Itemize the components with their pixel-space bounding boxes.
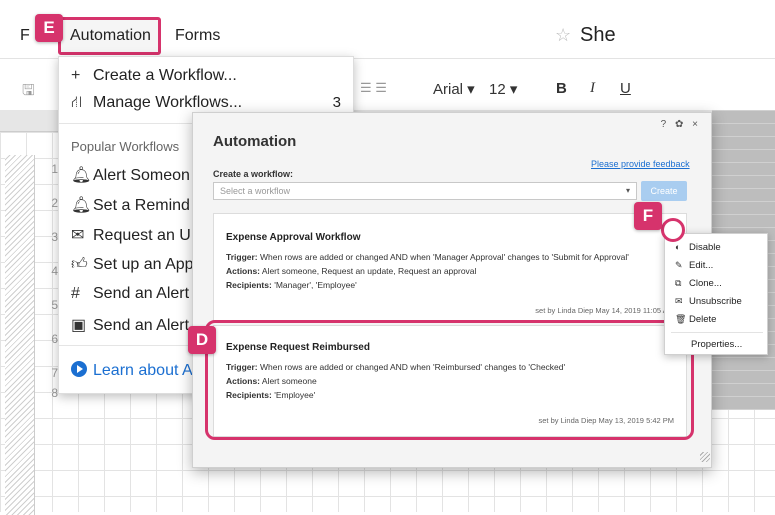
font-family-select[interactable]: Arial ▾ xyxy=(433,80,475,98)
popular-workflow-item[interactable]: ✉ Request an U xyxy=(71,225,191,245)
delete-menu-item[interactable]: 🗑︎ Delete xyxy=(675,314,716,325)
edit-menu-item[interactable]: ✎ Edit... xyxy=(675,260,713,271)
font-size-select[interactable]: 12 ▾ xyxy=(489,80,517,98)
dialog-title: Automation xyxy=(213,133,297,150)
create-workflow-item[interactable]: + Create a Workflow... xyxy=(71,67,237,85)
italic-button[interactable]: I xyxy=(590,80,595,97)
star-icon[interactable]: ☆ xyxy=(555,25,571,46)
workflow-trigger: Trigger: When rows are added or changed … xyxy=(226,252,629,262)
more-options-highlight[interactable] xyxy=(661,218,685,242)
trash-icon: 🗑︎ xyxy=(675,314,687,324)
callout-highlight-d xyxy=(205,320,694,440)
callout-badge-d: D xyxy=(188,326,216,354)
popular-workflow-item[interactable]: # Send an Alert xyxy=(71,285,189,303)
thumbs-up-icon: 👍︎ xyxy=(71,256,88,273)
popular-workflow-item[interactable]: 👍︎ Set up an App xyxy=(71,255,194,274)
clone-menu-item[interactable]: ⧉ Clone... xyxy=(675,278,722,289)
manage-workflows-count: 3 xyxy=(332,94,341,111)
menu-bar: F Automation Forms ☆ She xyxy=(0,0,775,58)
properties-menu-item[interactable]: Properties... xyxy=(691,339,742,350)
feedback-link[interactable]: Please provide feedback xyxy=(591,159,690,169)
learn-about-link[interactable]: Learn about A xyxy=(71,361,193,380)
row-number: 3 xyxy=(51,230,58,244)
row-number: 7 xyxy=(51,366,58,380)
create-workflow-label: Create a workflow: xyxy=(213,169,294,179)
mail-question-icon: ✉ xyxy=(71,227,85,244)
workflow-card[interactable]: Expense Approval Workflow Trigger: When … xyxy=(213,213,687,323)
dialog-window-controls[interactable]: ? ✿ × xyxy=(661,119,701,130)
save-icon[interactable]: 🖫 xyxy=(22,80,35,105)
popular-workflow-item[interactable]: 🔔︎ Set a Remind xyxy=(71,195,190,215)
manage-workflows-item[interactable]: ⛙ Manage Workflows... xyxy=(71,93,343,113)
workflow-context-menu: ◐ Disable ✎ Edit... ⧉ Clone... ✉ Unsubscribe… xyxy=(664,233,768,355)
popular-workflow-item[interactable]: 🔔︎ Alert Someon xyxy=(71,165,190,185)
workflow-recipients: Recipients: 'Manager', 'Employee' xyxy=(226,280,357,290)
resize-handle[interactable] xyxy=(700,452,710,462)
slack-icon: # xyxy=(71,285,80,302)
underline-button[interactable]: U xyxy=(620,80,631,97)
bell-icon: 🔔︎ xyxy=(71,197,92,214)
row-number: 4 xyxy=(51,264,58,278)
workflow-select[interactable]: Select a workflow ▾ xyxy=(213,182,637,200)
teams-icon: ▣ xyxy=(71,317,87,334)
plus-icon: + xyxy=(71,67,81,84)
menu-automation[interactable]: Automation xyxy=(70,27,151,45)
callout-badge-f: F xyxy=(634,202,662,230)
toggle-icon: ◐ xyxy=(675,242,681,252)
popular-workflow-item[interactable]: ▣ Send an Alert xyxy=(71,315,189,335)
bell-icon: 🔔︎ xyxy=(71,167,92,184)
create-button[interactable]: Create xyxy=(641,181,687,201)
workflow-icon: ⛙ xyxy=(71,94,83,111)
row-number: 6 xyxy=(51,332,58,346)
indent-icon[interactable]: ☰ ☰ xyxy=(360,80,387,96)
unsubscribe-menu-item[interactable]: ✉ Unsubscribe xyxy=(675,296,742,307)
workflow-meta: set by Linda Diep May 14, 2019 11:05 AM xyxy=(535,306,674,315)
pencil-icon: ✎ xyxy=(675,260,683,270)
workflow-title: Expense Approval Workflow xyxy=(226,232,361,243)
row-hatch xyxy=(5,155,35,515)
workflow-actions: Actions: Alert someone, Request an updat… xyxy=(226,266,477,276)
bold-button[interactable]: B xyxy=(556,80,567,97)
play-icon xyxy=(71,361,93,380)
sheet-title: She xyxy=(580,24,616,46)
divider xyxy=(671,332,763,333)
unsubscribe-icon: ✉ xyxy=(675,296,683,306)
callout-badge-e: E xyxy=(35,14,63,42)
row-number: 2 xyxy=(51,196,58,210)
popular-workflows-heading: Popular Workflows xyxy=(71,139,180,154)
row-number: 5 xyxy=(51,298,58,312)
caret-down-icon: ▾ xyxy=(625,186,630,195)
clone-icon: ⧉ xyxy=(675,278,682,288)
disable-menu-item[interactable]: ◐ Disable xyxy=(675,242,721,253)
row-number: 8 xyxy=(51,386,58,400)
menu-file[interactable]: F xyxy=(20,27,30,45)
row-number: 1 xyxy=(51,162,58,176)
menu-forms[interactable]: Forms xyxy=(175,27,220,45)
